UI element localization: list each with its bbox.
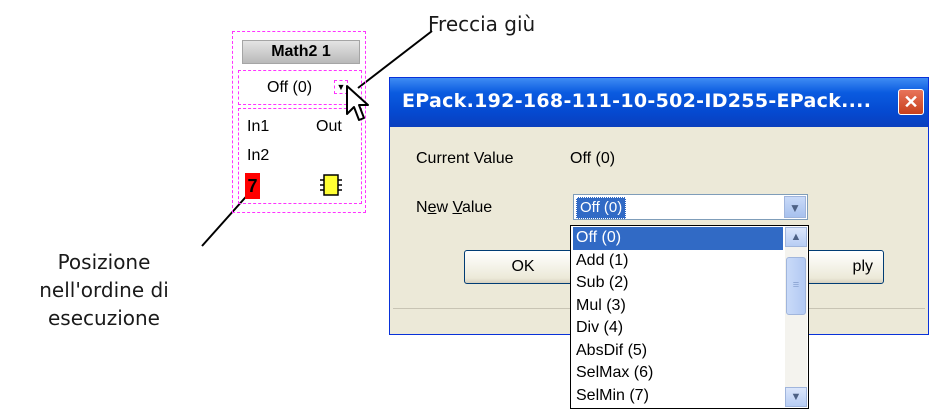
- dropdown-option-div[interactable]: Div (4): [573, 317, 783, 340]
- dropdown-option-selmin[interactable]: SelMin (7): [573, 385, 783, 408]
- apply-button[interactable]: ply: [802, 250, 884, 284]
- execution-order-badge: 7: [245, 173, 260, 199]
- output-label: Out: [316, 118, 342, 135]
- dropdown-scrollbar[interactable]: ▲ ≡ ▼: [785, 227, 807, 407]
- new-value-label: New Value: [416, 199, 493, 216]
- dropdown-option-off[interactable]: Off (0): [573, 227, 783, 250]
- new-value-dropdown-list[interactable]: Off (0) Add (1) Sub (2) Mul (3) Div (4) …: [570, 225, 809, 409]
- dialog-titlebar[interactable]: EPack.192-168-111-10-502-ID255-EPack....…: [390, 78, 928, 127]
- dropdown-option-add[interactable]: Add (1): [573, 250, 783, 273]
- input-1-label: In1: [247, 118, 270, 135]
- scroll-up-icon[interactable]: ▲: [785, 227, 807, 247]
- scroll-thumb[interactable]: ≡: [786, 257, 806, 315]
- chip-icon: [320, 174, 342, 196]
- current-value: Off (0): [570, 150, 616, 167]
- dialog-title: EPack.192-168-111-10-502-ID255-EPack....: [402, 90, 872, 112]
- scroll-down-icon[interactable]: ▼: [785, 387, 807, 407]
- block-title: Math2 1: [242, 40, 360, 64]
- ok-button[interactable]: OK: [464, 250, 582, 284]
- dropdown-option-selmax[interactable]: SelMax (6): [573, 362, 783, 385]
- dropdown-option-mul[interactable]: Mul (3): [573, 295, 783, 318]
- close-button[interactable]: ✕: [898, 89, 924, 115]
- chevron-down-icon[interactable]: ▼: [784, 196, 806, 218]
- current-value-label: Current Value: [416, 150, 514, 167]
- dropdown-option-absdif[interactable]: AbsDif (5): [573, 340, 783, 363]
- new-value-combobox[interactable]: Off (0) ▼: [573, 194, 808, 220]
- mouse-pointer-icon: [346, 85, 369, 121]
- combo-selected-text: Off (0): [576, 197, 627, 219]
- input-2-label: In2: [247, 147, 270, 164]
- block-value: Off (0): [267, 79, 313, 96]
- dropdown-option-sub[interactable]: Sub (2): [573, 272, 783, 295]
